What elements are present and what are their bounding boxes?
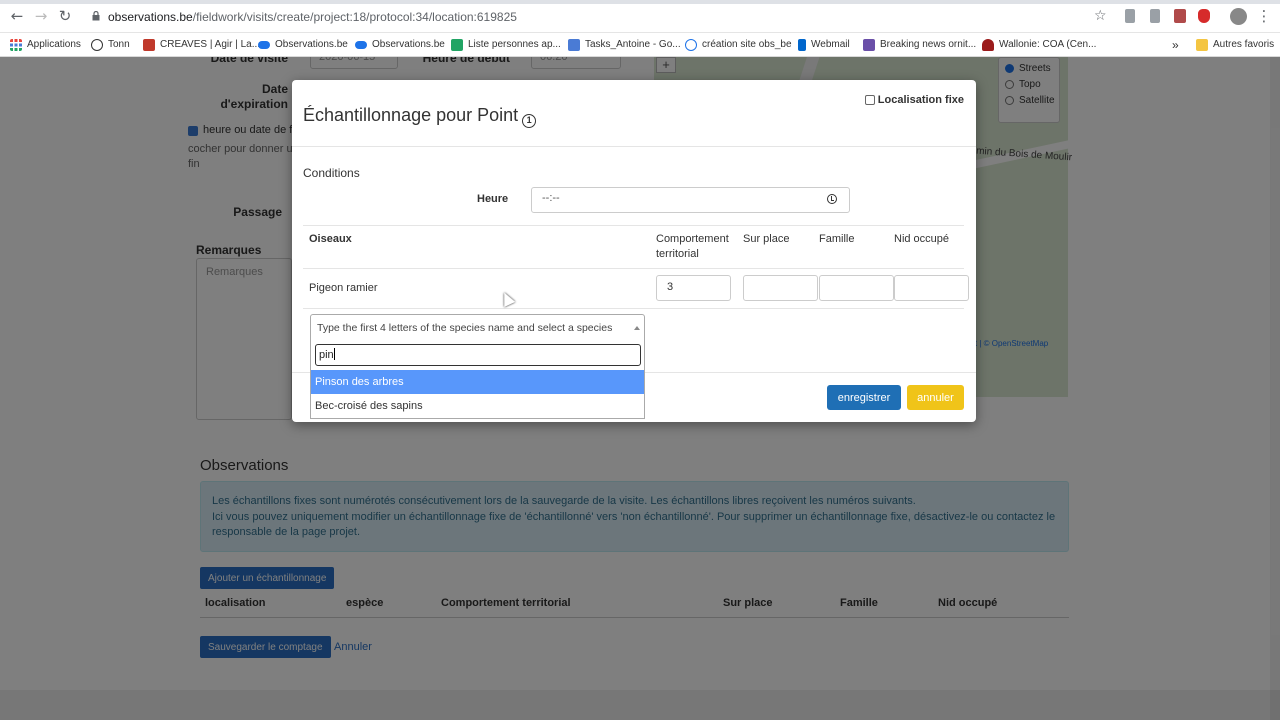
observations-icon: [258, 40, 270, 49]
sheets-icon: [451, 38, 463, 51]
modal-title: Échantillonnage pour Point 1: [303, 105, 537, 128]
modal-title-text: Échantillonnage pour Point: [303, 105, 519, 125]
bookmark-item[interactable]: Tonn: [91, 36, 130, 53]
bookmark-label: Tonn: [108, 39, 130, 50]
back-icon[interactable]: ←: [9, 8, 25, 24]
sur-place-input[interactable]: [743, 275, 818, 301]
bookmark-label: création site obs_be: [702, 39, 792, 50]
heure-value: --:--: [542, 192, 560, 204]
species-select[interactable]: Type the first 4 letters of the species …: [310, 314, 645, 342]
bookmark-label: Tasks_Antoine - Go...: [585, 39, 681, 50]
chevron-up-icon: [634, 326, 640, 330]
forward-icon[interactable]: →: [33, 8, 49, 24]
bookmark-label: Autres favoris: [1213, 39, 1275, 50]
bookmark-item[interactable]: création site obs_be: [685, 36, 792, 53]
famille-input[interactable]: [819, 275, 894, 301]
bookmark-item[interactable]: Webmail: [798, 36, 850, 53]
bookmark-label: Webmail: [811, 39, 850, 50]
url-path: /fieldwork/visits/create/project:18/prot…: [192, 10, 517, 24]
species-option-bec-croise[interactable]: Bec-croisé des sapins: [311, 394, 644, 418]
table-row-divider: [303, 268, 964, 269]
other-bookmarks-folder[interactable]: Autres favoris: [1196, 36, 1274, 53]
comportement-header: Comportement territorial: [656, 232, 729, 262]
comportement-header-line2: territorial: [656, 248, 699, 260]
bookmark-item[interactable]: Observations.be: [355, 36, 445, 53]
sur-place-header: Sur place: [743, 233, 790, 245]
species-select-placeholder: Type the first 4 letters of the species …: [317, 322, 613, 334]
browser-toolbar: ← → ↻ observations.be/fieldwork/visits/c…: [0, 0, 1280, 33]
chevron-double-right-icon: »: [1172, 37, 1179, 52]
clock-icon[interactable]: [827, 194, 837, 204]
localisation-fixe-toggle[interactable]: Localisation fixe: [864, 94, 964, 106]
annuler-button[interactable]: annuler: [907, 385, 964, 410]
heure-time-input[interactable]: --:--: [531, 187, 850, 213]
bookmark-item[interactable]: Observations.be: [258, 36, 348, 53]
bookmarks-bar: Applications Tonn CREAVES | Agir | La...…: [0, 33, 1280, 57]
pdf-extension-icon[interactable]: [1174, 9, 1186, 23]
extension-icon[interactable]: [1150, 9, 1160, 23]
bookmark-label: Wallonie: COA (Cen...: [999, 39, 1097, 50]
conditions-label: Conditions: [303, 166, 360, 180]
table-bottom-divider: [303, 308, 964, 309]
bookmark-label: Observations.be: [275, 39, 348, 50]
bookmark-apps[interactable]: Applications: [10, 36, 81, 53]
globe-icon: [91, 38, 103, 51]
docs-icon: [568, 38, 580, 51]
comportement-header-line1: Comportement: [656, 233, 729, 245]
reload-icon[interactable]: ↻: [57, 8, 73, 24]
famille-header: Famille: [819, 233, 855, 245]
comportement-input[interactable]: 3: [656, 275, 731, 301]
species-search-value: pin: [319, 349, 334, 361]
oiseaux-header: Oiseaux: [309, 233, 352, 245]
enregistrer-button[interactable]: enregistrer: [827, 385, 901, 410]
wallonie-icon: [982, 38, 994, 51]
species-name-pigeon: Pigeon ramier: [309, 282, 378, 294]
info-icon[interactable]: 1: [522, 114, 537, 128]
bookmarks-more-button[interactable]: »: [1172, 36, 1179, 53]
bookmark-star-icon[interactable]: ☆: [1094, 8, 1107, 24]
text-caret: [333, 348, 335, 360]
observations-icon: [355, 40, 367, 49]
species-option-pinson[interactable]: Pinson des arbres: [311, 370, 644, 394]
bookmark-item[interactable]: Breaking news ornit...: [863, 36, 976, 53]
localisation-fixe-checkbox[interactable]: [864, 95, 875, 105]
bookmark-item[interactable]: Tasks_Antoine - Go...: [568, 36, 681, 53]
bookmark-label: Observations.be: [372, 39, 445, 50]
profile-avatar-icon[interactable]: [1230, 8, 1247, 25]
bookmark-label: Breaking news ornit...: [880, 39, 977, 50]
extension-icon[interactable]: [1125, 9, 1135, 23]
bookmark-label: Applications: [27, 39, 81, 50]
menu-kebab-icon[interactable]: ⋮: [1256, 8, 1272, 24]
folder-icon: [1196, 38, 1208, 51]
apps-grid-icon: [10, 38, 22, 51]
shield-extension-icon[interactable]: [1198, 9, 1210, 23]
lock-icon: [92, 11, 100, 21]
bookmark-item[interactable]: Liste personnes ap...: [451, 36, 561, 53]
page-footer-strip: [0, 690, 1280, 720]
site-icon: [685, 38, 697, 51]
table-top-divider: [303, 225, 964, 226]
nid-occupe-header: Nid occupé: [894, 233, 950, 245]
heure-label: Heure: [477, 193, 509, 205]
url-text[interactable]: observations.be/fieldwork/visits/create/…: [108, 10, 517, 24]
page-scrollbar[interactable]: [1270, 57, 1280, 720]
webmail-icon: [798, 38, 806, 51]
bookmark-item[interactable]: Wallonie: COA (Cen...: [982, 36, 1096, 53]
creaves-icon: [143, 38, 155, 51]
localisation-fixe-label: Localisation fixe: [877, 94, 964, 106]
url-host: observations.be: [108, 10, 193, 24]
species-dropdown: pin Pinson des arbres Bec-croisé des sap…: [310, 341, 645, 419]
modal-header-divider: [292, 146, 976, 147]
tab-strip: [0, 0, 1280, 4]
species-search-input[interactable]: pin: [315, 344, 641, 366]
news-icon: [863, 38, 875, 51]
bookmark-label: CREAVES | Agir | La...: [160, 39, 261, 50]
bookmark-item[interactable]: CREAVES | Agir | La...: [143, 36, 260, 53]
nid-occupe-input[interactable]: [894, 275, 969, 301]
bookmark-label: Liste personnes ap...: [468, 39, 561, 50]
